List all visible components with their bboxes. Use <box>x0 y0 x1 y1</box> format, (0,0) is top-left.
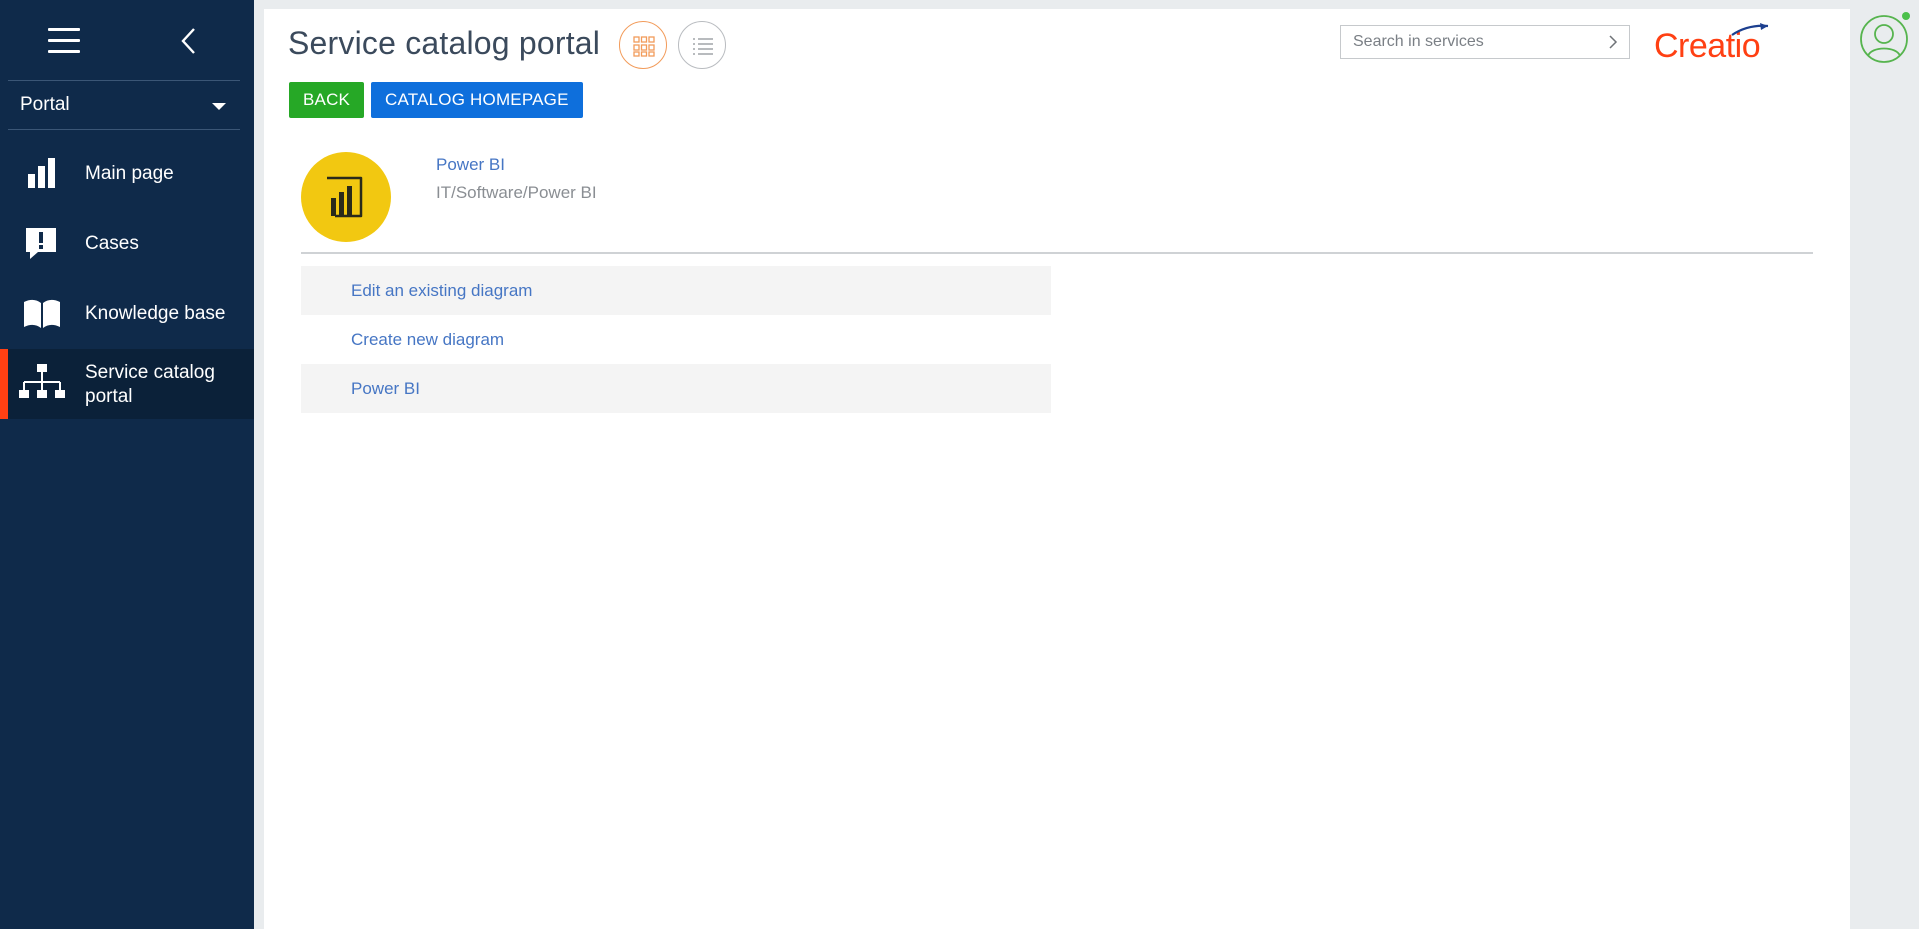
main-panel: Service catalog portal Search in service… <box>264 9 1850 929</box>
tile-view-button[interactable] <box>619 21 667 69</box>
user-avatar[interactable] <box>1859 14 1909 64</box>
hierarchy-icon <box>18 362 66 402</box>
service-path: IT/Software/Power BI <box>436 183 597 202</box>
active-indicator <box>0 349 8 419</box>
list-view-button[interactable] <box>678 21 726 69</box>
sidebar-item-label: Knowledge base <box>85 303 226 324</box>
divider <box>301 252 1813 254</box>
list-icon <box>693 38 713 55</box>
sidebar-item-label: Main page <box>85 163 174 184</box>
service-item-link[interactable]: Power BI <box>351 379 420 399</box>
service-item-link[interactable]: Create new diagram <box>351 330 504 350</box>
list-item: Create new diagram <box>301 315 1051 364</box>
sidebar-item-label: Service catalog portal <box>85 362 215 407</box>
power-bi-icon <box>301 152 391 242</box>
back-button[interactable]: BACK <box>289 82 365 118</box>
menu-icon[interactable] <box>48 28 80 54</box>
sidebar-divider <box>8 80 240 81</box>
chat-exclamation-icon <box>18 224 66 264</box>
search-box <box>1340 25 1630 59</box>
chevron-down-icon <box>212 103 226 110</box>
portal-dropdown-label: Portal <box>20 94 70 115</box>
portal-dropdown[interactable]: Portal <box>8 82 240 128</box>
service-item-link[interactable]: Edit an existing diagram <box>351 281 532 301</box>
sidebar-item-label: Cases <box>85 233 139 254</box>
bar-chart-icon <box>18 154 66 194</box>
chevron-right-icon[interactable] <box>1605 34 1621 50</box>
user-icon <box>1860 15 1908 63</box>
page-title: Service catalog portal <box>288 25 601 61</box>
catalog-homepage-button[interactable]: CATALOG HOMEPAGE <box>371 82 583 118</box>
sidebar-item-cases[interactable]: Cases <box>0 210 254 278</box>
creatio-logo: Creatio <box>1654 23 1774 67</box>
sidebar-item-service-catalog-portal[interactable]: Service catalog portal <box>0 349 254 419</box>
list-item: Edit an existing diagram <box>301 266 1051 315</box>
sidebar-item-knowledge-base[interactable]: Knowledge base <box>0 280 254 348</box>
collapse-sidebar-icon[interactable] <box>176 26 202 56</box>
search-input[interactable] <box>1341 26 1591 58</box>
service-name-link[interactable]: Power BI <box>436 155 505 175</box>
sidebar-item-main-page[interactable]: Main page <box>0 140 254 208</box>
sidebar-header <box>0 0 254 80</box>
list-item: Power BI <box>301 364 1051 413</box>
grid-icon <box>633 36 655 57</box>
online-status-indicator <box>1902 12 1910 20</box>
sidebar-divider <box>8 129 240 130</box>
book-icon <box>18 294 66 334</box>
sidebar: Portal Main page Cases Knowledge base Se… <box>0 0 254 929</box>
